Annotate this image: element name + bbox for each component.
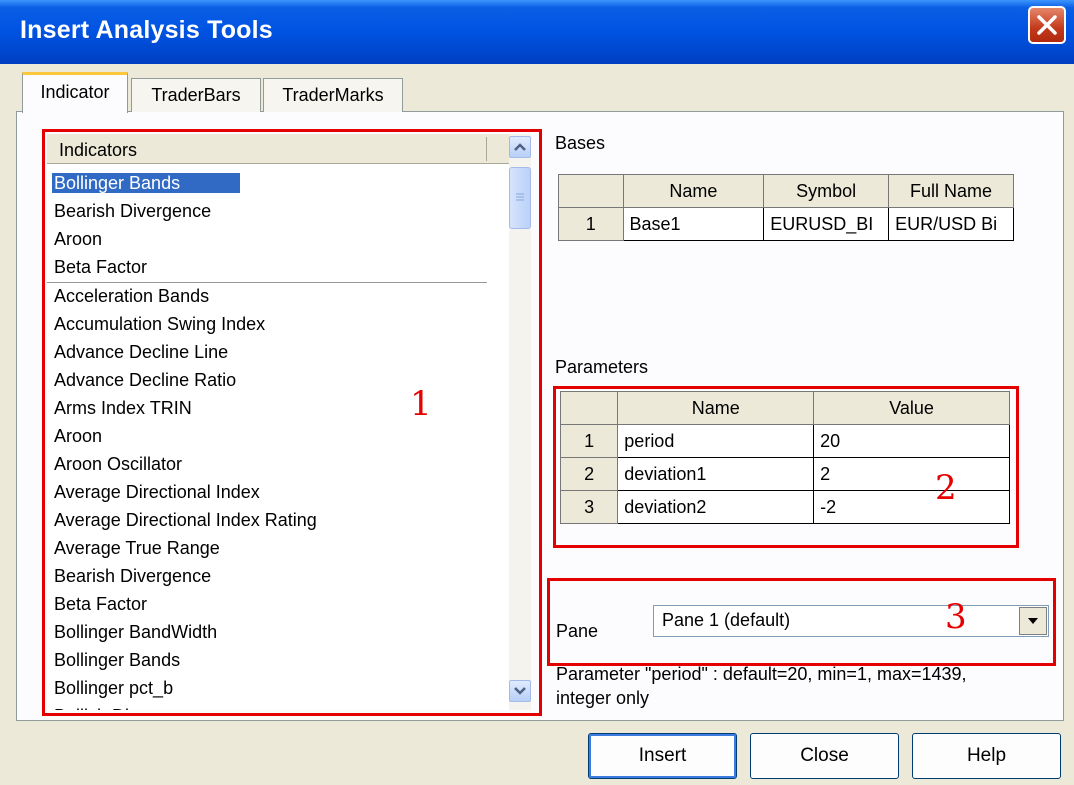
base-fullname-cell[interactable]: EUR/USD Bi — [888, 207, 1014, 241]
tab-tradermarks[interactable]: TraderMarks — [263, 78, 403, 112]
insert-button[interactable]: Insert — [588, 733, 737, 779]
annotation-label-1: 1 — [410, 384, 432, 424]
row-number-header — [558, 174, 624, 208]
annotation-box-1 — [42, 129, 542, 716]
title-bar[interactable]: Insert Analysis Tools — [0, 0, 1074, 64]
window-title: Insert Analysis Tools — [20, 16, 273, 44]
base-name-cell[interactable]: Base1 — [622, 207, 765, 241]
table-row[interactable]: 1 Base1 EURUSD_BI EUR/USD Bi — [558, 207, 1014, 241]
column-header[interactable]: Full Name — [888, 174, 1014, 208]
window-close-button[interactable] — [1028, 6, 1066, 44]
tab-traderbars[interactable]: TraderBars — [131, 78, 261, 112]
bases-grid[interactable]: Name Symbol Full Name 1 Base1 EURUSD_BI … — [558, 174, 1014, 241]
annotation-label-3: 3 — [945, 597, 967, 637]
parameters-label: Parameters — [555, 357, 649, 377]
dialog-window: Insert Analysis Tools Indicator TraderBa… — [0, 0, 1074, 785]
bases-label: Bases — [555, 133, 606, 153]
annotation-box-2 — [553, 386, 1019, 548]
tab-indicator[interactable]: Indicator — [22, 72, 128, 113]
row-number: 1 — [558, 207, 624, 241]
annotation-box-3 — [547, 578, 1056, 666]
help-button[interactable]: Help — [912, 733, 1061, 779]
column-header[interactable]: Symbol — [763, 174, 890, 208]
close-button[interactable]: Close — [750, 733, 899, 779]
column-header[interactable]: Name — [622, 174, 765, 208]
base-symbol-cell[interactable]: EURUSD_BI — [763, 207, 890, 241]
parameter-hint-line2: integer only — [556, 688, 650, 708]
close-icon — [1037, 15, 1057, 35]
parameter-hint-line1: Parameter "period" : default=20, min=1, … — [556, 664, 967, 684]
annotation-label-2: 2 — [935, 468, 957, 508]
